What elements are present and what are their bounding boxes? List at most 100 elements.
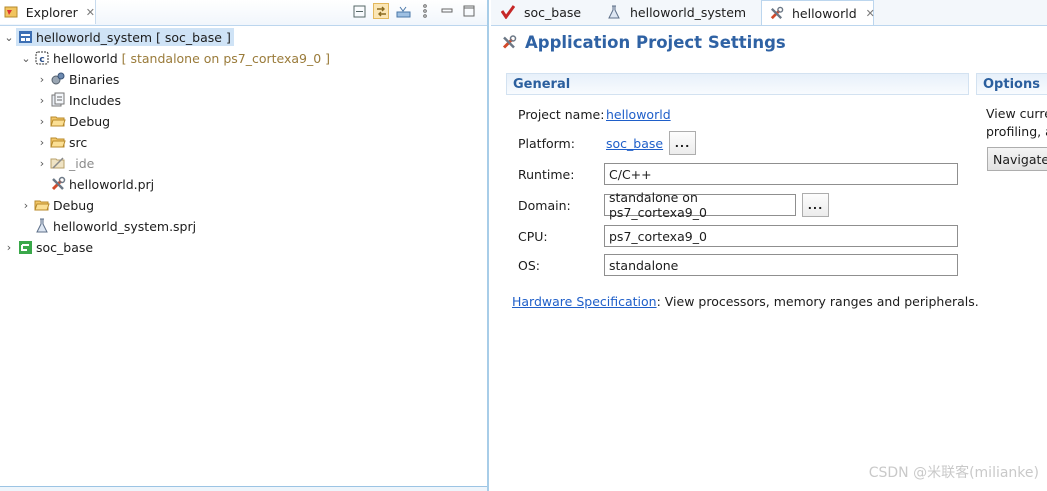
os-field[interactable]: standalone xyxy=(604,254,958,276)
navigate-button[interactable]: Navigate xyxy=(987,147,1047,171)
tree-item-label: Includes xyxy=(69,92,122,108)
runtime-field[interactable]: C/C++ xyxy=(604,163,958,185)
options-section-header: Options xyxy=(976,73,1047,95)
domain-browse-button[interactable]: ... xyxy=(802,193,829,217)
tree-item-helloworld-system-sprj[interactable]: helloworld_system.sprj xyxy=(33,216,199,236)
tree-item-label: soc_base xyxy=(36,239,94,255)
tree-item-label: Binaries xyxy=(69,71,120,87)
view-menu-icon[interactable] xyxy=(417,3,433,19)
tree-item-ide[interactable]: › _ide xyxy=(35,153,97,173)
explorer-tab-bar: Explorer ✕ xyxy=(0,0,487,26)
os-label: OS: xyxy=(518,258,540,273)
tab-helloworld[interactable]: helloworld ✕ xyxy=(761,0,875,25)
binaries-icon xyxy=(50,71,66,87)
tree-item-label-box: helloworld_system [ soc_base ] xyxy=(16,28,234,46)
folder-icon xyxy=(50,113,66,129)
domain-field[interactable]: standalone on ps7_cortexa9_0 xyxy=(604,190,796,220)
tree-item-binaries[interactable]: › Binaries xyxy=(35,69,122,89)
watermark: CSDN @米联客(milianke) xyxy=(868,465,1039,481)
tab-label: soc_base xyxy=(524,4,582,20)
platform-label: Platform: xyxy=(518,136,575,151)
tree-item-label: Debug xyxy=(53,197,95,213)
tree-item-label-box: Binaries xyxy=(49,70,122,88)
tab-soc-base[interactable]: soc_base xyxy=(493,0,597,24)
project-settings-icon xyxy=(50,176,66,192)
chevron-right-icon[interactable]: › xyxy=(19,199,33,212)
system-editor-icon xyxy=(606,4,622,20)
tree-item-label-box: helloworld_system.sprj xyxy=(33,217,199,235)
platform-link[interactable]: soc_base xyxy=(606,136,663,151)
tree-item-helloworld-system[interactable]: ⌄ helloworld_system [ soc_base ] xyxy=(2,27,234,47)
includes-icon xyxy=(50,92,66,108)
explorer-toolbar xyxy=(351,3,477,19)
tree-item-label-box: Debug xyxy=(49,112,113,130)
system-settings-icon xyxy=(34,218,50,234)
page-title: Application Project Settings xyxy=(501,33,786,52)
tree-item-helloworld-prj[interactable]: helloworld.prj xyxy=(49,174,157,194)
tab-label: helloworld xyxy=(792,5,857,21)
runtime-value: C/C++ xyxy=(609,166,652,182)
tree-item-label-box: c helloworld [ standalone on ps7_cortexa… xyxy=(33,49,333,67)
tree-item-label-box: _ide xyxy=(49,154,97,172)
explorer-icon xyxy=(3,4,19,20)
chevron-right-icon[interactable]: › xyxy=(35,157,49,170)
options-text-line1: View curre xyxy=(986,106,1047,121)
chevron-right-icon[interactable]: › xyxy=(35,136,49,149)
tree-item-soc-base[interactable]: › soc_base xyxy=(2,237,96,257)
collapse-all-icon[interactable] xyxy=(351,3,367,19)
filter-icon[interactable] xyxy=(395,3,411,19)
tree-item-helloworld[interactable]: ⌄ c helloworld [ standalone on ps7_corte… xyxy=(19,48,333,68)
ide-folder-icon xyxy=(50,155,66,171)
chevron-down-icon[interactable]: ⌄ xyxy=(19,52,33,65)
domain-label: Domain: xyxy=(518,198,571,213)
tree-item-label: Debug xyxy=(69,113,111,129)
tree-item-decoration: [ standalone on ps7_cortexa9_0 ] xyxy=(121,50,331,66)
system-project-icon xyxy=(17,29,33,45)
hardware-spec-text: : View processors, memory ranges and per… xyxy=(656,294,979,309)
close-icon[interactable]: ✕ xyxy=(86,6,95,19)
chevron-right-icon[interactable]: › xyxy=(35,73,49,86)
tree-item-debug-system[interactable]: › Debug xyxy=(19,195,97,215)
cpu-label: CPU: xyxy=(518,229,548,244)
link-with-editor-icon[interactable] xyxy=(373,3,389,19)
tree-item-label: helloworld xyxy=(53,50,118,66)
explorer-tab[interactable]: Explorer ✕ xyxy=(0,0,96,24)
tree-item-label-box: soc_base xyxy=(16,238,96,256)
maximize-icon[interactable] xyxy=(461,3,477,19)
cpu-field[interactable]: ps7_cortexa9_0 xyxy=(604,225,958,247)
explorer-view: Explorer ✕ ⌄ helloworld_system [soc_bas… xyxy=(0,0,489,491)
navigate-button-label: Navigate xyxy=(993,151,1047,167)
platform-icon xyxy=(17,239,33,255)
svg-text:c: c xyxy=(39,55,44,65)
minimize-icon[interactable] xyxy=(439,3,455,19)
chevron-right-icon[interactable]: › xyxy=(35,94,49,107)
hardware-spec-link[interactable]: Hardware Specification xyxy=(512,294,657,309)
explorer-tab-label: Explorer xyxy=(25,4,78,20)
platform-editor-icon xyxy=(500,4,516,20)
tree-item-includes[interactable]: › Includes xyxy=(35,90,124,110)
project-name-label: Project name: xyxy=(518,107,605,122)
tree-item-label: helloworld_system [ soc_base ] xyxy=(36,29,231,45)
c-project-icon: c xyxy=(34,50,50,66)
app-editor-icon xyxy=(769,5,784,21)
chevron-right-icon[interactable]: › xyxy=(35,115,49,128)
folder-icon xyxy=(50,134,66,150)
cpu-value: ps7_cortexa9_0 xyxy=(609,228,707,244)
editor-tab-bar: soc_base helloworld_system helloworld ✕ xyxy=(491,0,1047,26)
runtime-label: Runtime: xyxy=(518,167,575,182)
project-name-link[interactable]: helloworld xyxy=(606,107,671,122)
os-value: standalone xyxy=(609,257,679,273)
folder-icon xyxy=(34,197,50,213)
platform-browse-button[interactable]: ... xyxy=(669,131,696,155)
tab-helloworld-system[interactable]: helloworld_system xyxy=(599,0,759,24)
explorer-bottom-edge xyxy=(0,486,487,491)
general-heading: General xyxy=(513,76,571,92)
tree-item-label-box: Includes xyxy=(49,91,124,109)
tree-item-debug[interactable]: › Debug xyxy=(35,111,113,131)
chevron-right-icon[interactable]: › xyxy=(2,241,16,254)
tree-item-src[interactable]: › src xyxy=(35,132,90,152)
close-icon[interactable]: ✕ xyxy=(866,7,875,20)
tab-label: helloworld_system xyxy=(630,4,747,20)
general-section-header: General xyxy=(506,73,969,95)
chevron-down-icon[interactable]: ⌄ xyxy=(2,31,16,44)
